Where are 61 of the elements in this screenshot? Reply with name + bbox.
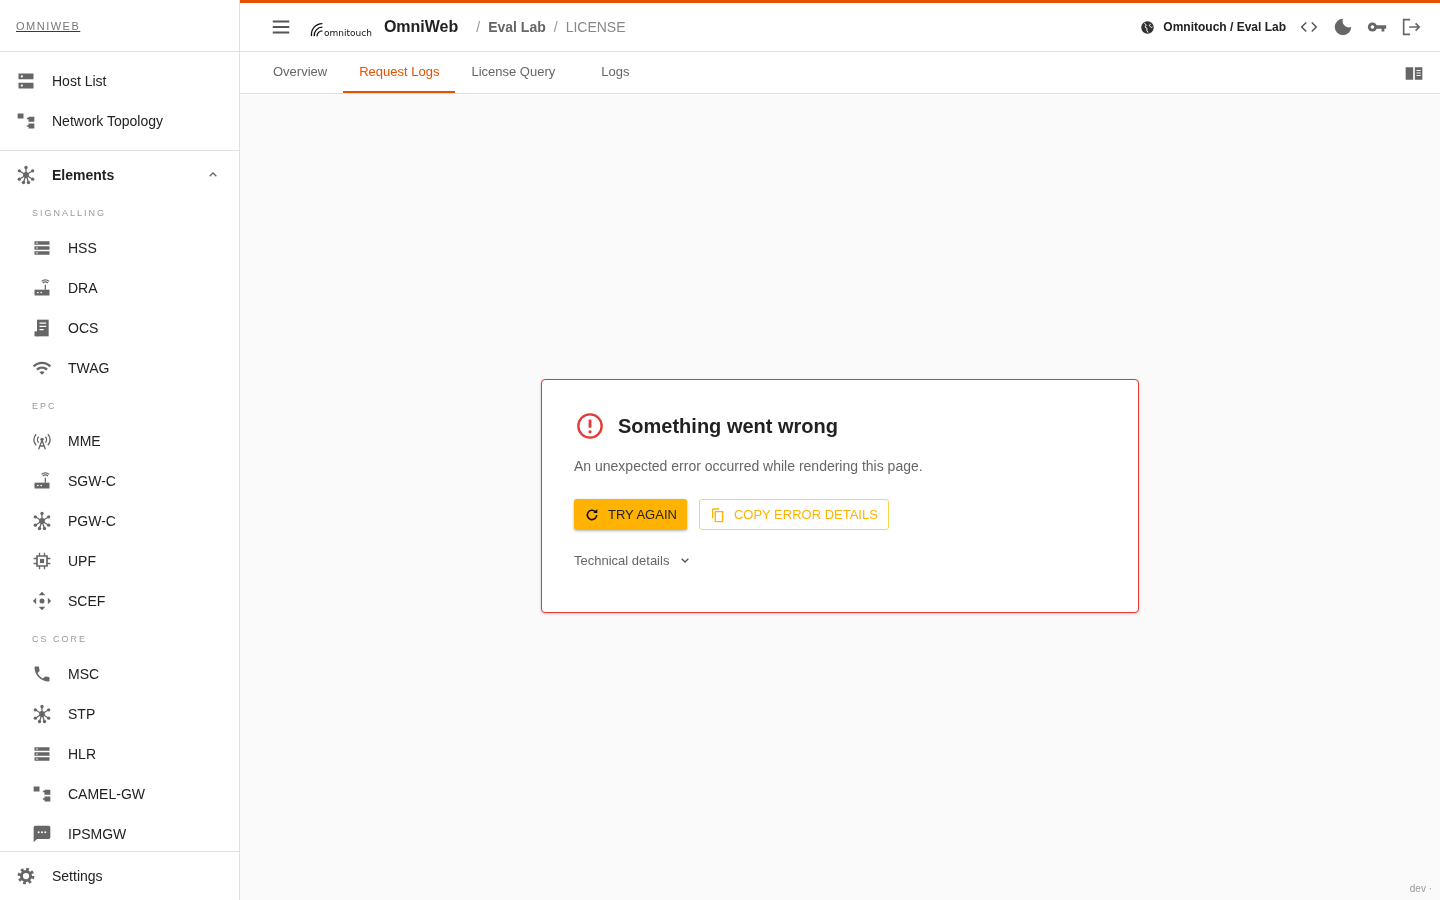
tree-icon <box>16 111 36 131</box>
tab[interactable]: License Query <box>455 52 572 93</box>
move-icon <box>32 591 52 611</box>
chat-icon <box>32 824 52 844</box>
error-message: An unexpected error occurred while rendering this page. <box>574 458 924 474</box>
moon-icon[interactable] <box>1332 16 1354 38</box>
refresh-icon <box>584 506 600 523</box>
logout-icon[interactable] <box>1400 16 1422 38</box>
sidebar-item[interactable]: PGW-C <box>0 501 239 541</box>
tab[interactable]: Logs <box>585 52 646 93</box>
hub-icon <box>32 511 52 531</box>
breadcrumb-separator: / <box>553 19 558 35</box>
sidebar-item[interactable]: UPF <box>0 541 239 581</box>
tenant-selector[interactable]: Omnitouch / Eval Lab <box>1163 20 1286 34</box>
tree-icon <box>32 784 52 804</box>
environment-label: dev · <box>1409 883 1432 894</box>
breadcrumb[interactable]: Eval Lab <box>488 19 546 35</box>
phone-icon <box>32 664 52 684</box>
error-icon <box>576 412 604 440</box>
hub-icon <box>16 165 36 185</box>
settings-icon <box>16 866 36 886</box>
sidebar-item[interactable]: CAMEL-GW <box>0 774 239 814</box>
router-icon <box>32 278 52 298</box>
app-title: OmniWeb <box>383 18 459 36</box>
globe-icon <box>1140 19 1156 35</box>
sidebar-item[interactable]: SCEF <box>0 581 239 621</box>
router-icon <box>32 471 52 491</box>
sidebar-item[interactable]: HLR <box>0 734 239 774</box>
copy-icon <box>709 506 726 523</box>
sidebar-item[interactable]: HSS <box>0 228 239 268</box>
section-heading: EPC <box>31 400 58 413</box>
sidebar-item[interactable]: Network Topology <box>0 101 239 141</box>
settings-item[interactable]: Settings <box>0 856 103 896</box>
sidebar-item[interactable]: IPSMGW <box>0 814 239 851</box>
section-heading: CS CORE <box>31 633 88 646</box>
sidebar-item[interactable]: TWAG <box>0 348 239 388</box>
section-heading: SIGNALLING <box>31 207 108 220</box>
antenna-icon <box>32 431 52 451</box>
breadcrumb: LICENSE <box>565 19 626 35</box>
sidebar-item[interactable]: MSC <box>0 654 239 694</box>
logo: omnitouch <box>308 16 372 38</box>
tab[interactable]: Overview <box>257 52 344 93</box>
sidebar-item[interactable]: OCS <box>0 308 239 348</box>
sidebar-item[interactable]: MME <box>0 421 239 461</box>
technical-details-toggle[interactable]: Technical details <box>574 552 694 568</box>
chip-icon <box>32 551 52 571</box>
brand-link[interactable]: OMNIWEB <box>16 19 81 32</box>
server-icon <box>16 71 36 91</box>
error-title: Something went wrong <box>618 414 838 438</box>
server-stack-icon <box>32 744 52 764</box>
receipt-icon <box>32 318 52 338</box>
sidebar-item[interactable]: Host List <box>0 61 239 101</box>
sidebar-item[interactable]: DRA <box>0 268 239 308</box>
server-stack-icon <box>32 238 52 258</box>
elements-group-header[interactable]: Elements <box>0 155 239 195</box>
sidebar-item[interactable]: STP <box>0 694 239 734</box>
sidebar-item[interactable]: SGW-C <box>0 461 239 501</box>
try-again-button[interactable]: TRY AGAIN <box>574 499 687 530</box>
tab[interactable]: Request Logs <box>343 52 456 93</box>
hub-icon <box>32 704 52 724</box>
breadcrumb-separator: / <box>476 19 481 35</box>
